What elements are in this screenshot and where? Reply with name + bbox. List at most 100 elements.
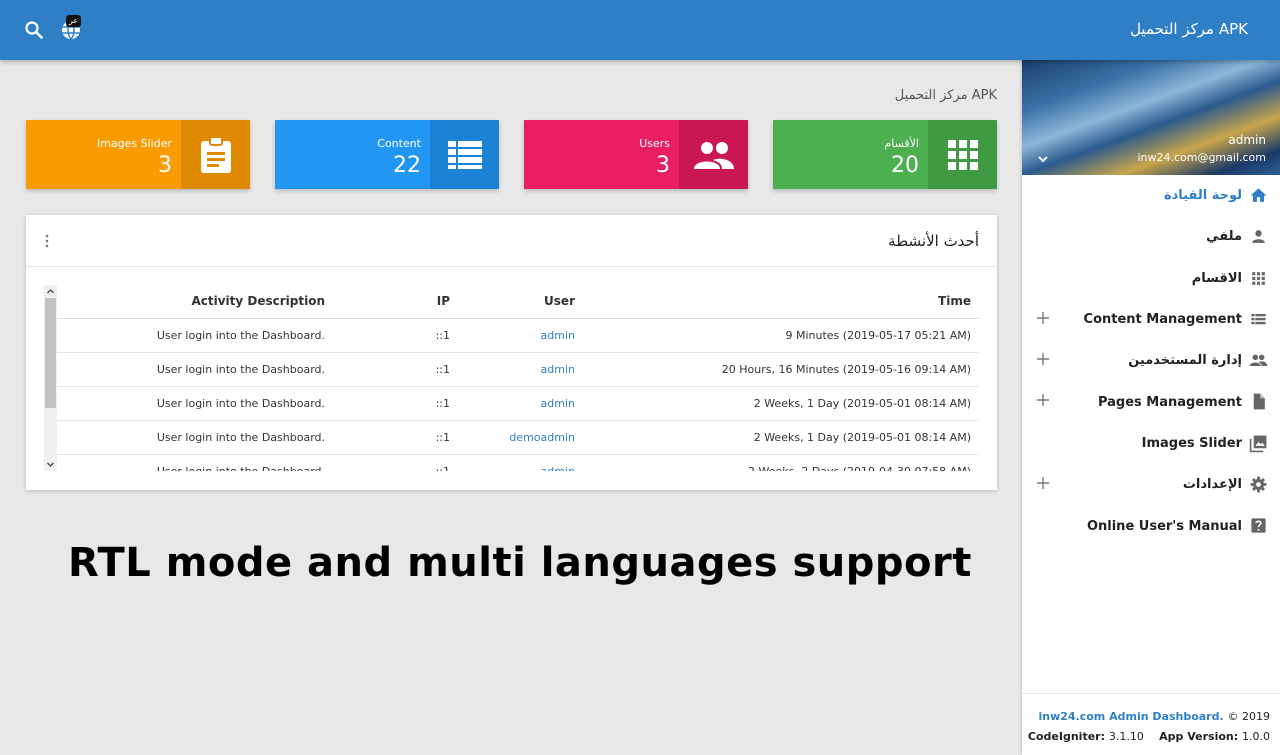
activity-ip: ::1 xyxy=(333,454,458,471)
activity-user-link[interactable]: admin xyxy=(541,329,575,342)
sidebar-item-label: الاقسام xyxy=(1191,270,1242,286)
profile-header: admin inw24.com@gmail.com xyxy=(1022,60,1280,175)
footer-copyright: © 2019 xyxy=(1227,710,1271,723)
activity-time: 2 Weeks, 2 Days (2019-04-30 07:58 AM) xyxy=(583,454,979,471)
column-header-time: Time xyxy=(583,285,979,319)
sidebar-item-user-manual[interactable]: Online User's Manual xyxy=(1022,505,1280,546)
plus-icon[interactable] xyxy=(1036,311,1050,325)
activity-user-link[interactable]: demoadmin xyxy=(509,431,575,444)
person-icon xyxy=(1252,230,1265,244)
profile-email: inw24.com@gmail.com xyxy=(1137,151,1266,164)
language-badge: عر xyxy=(66,15,82,27)
list-icon xyxy=(1251,313,1266,325)
activity-user-link[interactable]: admin xyxy=(541,363,575,376)
clipboard-icon xyxy=(200,135,231,173)
tile-images-slider[interactable]: Images Slider 3 xyxy=(26,120,250,189)
more-vert-icon[interactable] xyxy=(44,234,50,248)
tile-label: Content xyxy=(377,137,421,150)
home-icon xyxy=(1250,188,1267,202)
tile-icon-box xyxy=(181,120,250,189)
activities-table-container: Activity Description IP User Time User l… xyxy=(44,285,979,471)
activity-user-link[interactable]: admin xyxy=(541,465,575,472)
table-row: User login into the Dashboard. ::1 admin… xyxy=(57,352,979,387)
sidebar-nav: لوحة القيادة ملفي الاقسام Content Manage… xyxy=(1022,175,1280,547)
ci-version: 3.1.10 xyxy=(1108,730,1144,743)
sidebar-item-profile[interactable]: ملفي xyxy=(1022,216,1280,257)
sidebar-item-label: لوحة القيادة xyxy=(1163,188,1242,204)
vertical-scrollbar[interactable] xyxy=(44,285,57,471)
table-row: User login into the Dashboard. ::1 demoa… xyxy=(57,420,979,455)
help-icon xyxy=(1251,518,1266,533)
activity-description: User login into the Dashboard. xyxy=(57,386,333,421)
activity-ip: ::1 xyxy=(333,420,458,455)
chevron-down-icon[interactable] xyxy=(1036,152,1050,166)
card-title: أحدث الأنشطة xyxy=(888,232,979,250)
tile-icon-box xyxy=(430,120,499,189)
plus-icon[interactable] xyxy=(1036,393,1050,407)
table-row: User login into the Dashboard. ::1 admin… xyxy=(57,318,979,353)
sidebar-item-label: Content Management xyxy=(1083,312,1242,328)
scrollbar-thumb[interactable] xyxy=(45,298,56,408)
list-icon xyxy=(447,140,482,169)
tile-categories[interactable]: الأقسام 20 xyxy=(773,120,997,189)
column-header-ip: IP xyxy=(333,285,458,319)
users-icon xyxy=(693,141,734,169)
sidebar-item-content-management[interactable]: Content Management xyxy=(1022,299,1280,340)
latest-activities-card: أحدث الأنشطة Activity Description IP Use… xyxy=(26,215,997,490)
activity-user-link[interactable]: admin xyxy=(541,397,575,410)
sidebar-item-label: Images Slider xyxy=(1141,435,1242,451)
activity-ip: ::1 xyxy=(333,352,458,387)
tile-icon-box xyxy=(928,120,997,189)
image-icon xyxy=(1249,435,1267,452)
promo-caption: RTL mode and multi languages support xyxy=(68,540,972,586)
tile-label: الأقسام xyxy=(884,137,919,150)
footer-brand-link[interactable]: inw24.com Admin Dashboard. xyxy=(1038,710,1223,723)
top-app-bar: عر مركز التحميل APK xyxy=(0,0,1280,60)
sidebar-item-dashboard[interactable]: لوحة القيادة xyxy=(1022,175,1280,216)
card-header: أحدث الأنشطة xyxy=(26,215,997,267)
tile-content[interactable]: Content 22 xyxy=(275,120,499,189)
sidebar-item-pages-management[interactable]: Pages Management xyxy=(1022,381,1280,422)
activity-time: 2 Weeks, 1 Day (2019-05-01 08:14 AM) xyxy=(583,420,979,455)
grid-icon xyxy=(1252,271,1265,285)
activity-description: User login into the Dashboard. xyxy=(57,454,333,471)
plus-icon[interactable] xyxy=(1036,476,1050,490)
column-header-user: User xyxy=(458,285,583,319)
tile-icon-box xyxy=(679,120,748,189)
scroll-up-arrow-icon[interactable] xyxy=(44,285,57,298)
plus-icon[interactable] xyxy=(1036,352,1050,366)
activities-table: Activity Description IP User Time User l… xyxy=(57,285,979,471)
tile-value: 3 xyxy=(158,153,172,178)
scroll-down-arrow-icon[interactable] xyxy=(44,458,57,471)
sidebar: admin inw24.com@gmail.com لوحة القيادة م… xyxy=(1022,60,1280,755)
gear-icon xyxy=(1250,476,1267,493)
sidebar-item-settings[interactable]: الإعدادات xyxy=(1022,464,1280,505)
tile-value: 20 xyxy=(891,153,919,178)
search-icon[interactable] xyxy=(22,18,46,42)
users-icon xyxy=(1249,354,1268,367)
footer-copyright-line: inw24.com Admin Dashboard. © 2019 xyxy=(1022,707,1270,727)
sidebar-item-categories[interactable]: الاقسام xyxy=(1022,258,1280,299)
sidebar-item-label: ملفي xyxy=(1206,229,1242,245)
activity-description: User login into the Dashboard. xyxy=(57,352,333,387)
ci-version-label: CodeIgniter: xyxy=(1027,730,1105,743)
activity-ip: ::1 xyxy=(333,386,458,421)
tile-value: 22 xyxy=(393,153,421,178)
tile-value: 3 xyxy=(656,153,670,178)
tile-label: Users xyxy=(639,137,670,150)
activity-time: 20 Hours, 16 Minutes (2019-05-16 09:14 A… xyxy=(583,352,979,387)
sidebar-item-images-slider[interactable]: Images Slider xyxy=(1022,423,1280,464)
activity-ip: ::1 xyxy=(333,318,458,353)
activity-description: User login into the Dashboard. xyxy=(57,318,333,353)
table-header-row: Activity Description IP User Time xyxy=(57,285,979,319)
sidebar-footer: inw24.com Admin Dashboard. © 2019 CodeIg… xyxy=(1022,693,1280,755)
page-title: مركز التحميل APK xyxy=(894,88,997,103)
profile-name: admin xyxy=(1228,133,1266,147)
sidebar-item-label: الإعدادات xyxy=(1182,477,1242,493)
page-icon xyxy=(1253,394,1265,410)
sidebar-item-label: Pages Management xyxy=(1097,394,1242,410)
grid-icon xyxy=(947,139,978,170)
table-row: User login into the Dashboard. ::1 admin… xyxy=(57,386,979,421)
tile-users[interactable]: Users 3 xyxy=(524,120,748,189)
sidebar-item-user-management[interactable]: إدارة المستخدمين xyxy=(1022,340,1280,381)
